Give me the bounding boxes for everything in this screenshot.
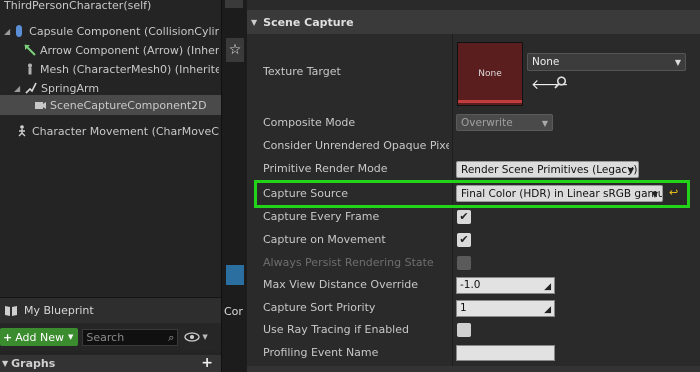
capture-on-movement-checkbox[interactable]: ✔ xyxy=(457,233,471,247)
graphs-category[interactable]: ▼ Graphs + xyxy=(0,355,221,372)
texture-target-value: None xyxy=(532,56,560,68)
chevron-down-icon: ▼ xyxy=(68,333,74,341)
capture-sort-priority-value: 1 xyxy=(460,302,467,314)
composite-mode-label: Composite Mode xyxy=(263,116,356,129)
primitive-render-mode-label: Primitive Render Mode xyxy=(263,162,388,175)
check-icon: ✔ xyxy=(459,233,469,246)
tree-root[interactable]: ThirdPersonCharacter(self) xyxy=(4,0,219,15)
primitive-render-mode-select[interactable]: Render Scene Primitives (Legacy) ▼ xyxy=(456,161,639,178)
tree-item-label: Capsule Component (CollisionCylind xyxy=(29,24,219,38)
collapse-triangle-icon[interactable]: ◢ xyxy=(4,27,10,36)
drag-resize-icon: ◢ xyxy=(544,282,551,292)
chevron-down-icon: ▼ xyxy=(541,119,548,128)
max-view-distance-value: -1.0 xyxy=(460,279,481,291)
texture-thumbnail-bar xyxy=(458,100,522,103)
always-persist-checkbox xyxy=(457,256,471,270)
tree-item-label: SceneCaptureComponent2D xyxy=(50,98,207,112)
texture-target-select[interactable]: None ▼ xyxy=(527,53,686,71)
composite-mode-value: Overwrite xyxy=(461,117,513,129)
eye-visibility-icon[interactable]: ▼ xyxy=(184,332,208,342)
texture-target-label: Texture Target xyxy=(263,65,341,78)
tree-item-label: Character Movement (CharMoveCom xyxy=(32,124,219,138)
capture-on-movement-label: Capture on Movement xyxy=(263,233,386,246)
graphs-label: Graphs xyxy=(11,357,56,370)
viewport-edge: ☆ Cor xyxy=(221,0,247,372)
tree-root-label: ThirdPersonCharacter(self) xyxy=(4,0,152,12)
components-panel: ThirdPersonCharacter(self) ◢ Capsule Com… xyxy=(0,0,221,372)
character-movement-icon xyxy=(16,125,28,137)
chevron-down-icon: ▼ xyxy=(674,58,681,67)
composite-mode-select: Overwrite ▼ xyxy=(456,114,553,131)
check-icon: ✔ xyxy=(459,210,469,223)
tree-item-label: SpringArm xyxy=(41,81,100,95)
browse-magnifier-icon[interactable] xyxy=(554,76,567,92)
tree-item-label: Arrow Component (Arrow) (Inherite xyxy=(40,43,219,57)
viewport-bar xyxy=(225,0,243,8)
tree-item-label: Mesh (CharacterMesh0) (Inherited) xyxy=(40,62,219,76)
bottom-scroll-strip[interactable] xyxy=(247,366,700,372)
collapse-triangle-icon[interactable]: ◢ xyxy=(14,84,22,93)
scene-capture-icon xyxy=(34,99,46,111)
collapse-triangle-icon[interactable]: ▼ xyxy=(251,18,257,27)
viewport-blue-strip xyxy=(226,265,244,285)
capture-sort-priority-input[interactable]: 1 ◢ xyxy=(456,300,555,317)
primitive-render-mode-value: Render Scene Primitives (Legacy) xyxy=(461,164,638,176)
search-icon: ⌕ xyxy=(168,330,175,344)
collapse-triangle-icon[interactable]: ▼ xyxy=(2,359,8,368)
ray-tracing-checkbox[interactable] xyxy=(457,323,471,337)
tree-item-charmovement[interactable]: Character Movement (CharMoveCom xyxy=(16,121,219,141)
tree-item-mesh[interactable]: Mesh (CharacterMesh0) (Inherited) xyxy=(24,59,219,79)
capture-source-highlight xyxy=(254,180,690,208)
always-persist-label: Always Persist Rendering State xyxy=(263,256,434,269)
max-view-distance-input[interactable]: -1.0 ◢ xyxy=(456,277,555,294)
capture-every-frame-label: Capture Every Frame xyxy=(263,210,380,223)
add-new-label: Add New xyxy=(15,330,65,344)
scene-capture-section-header[interactable]: ▼ Scene Capture xyxy=(247,10,700,34)
section-title: Scene Capture xyxy=(263,15,354,29)
chevron-down-icon: ▼ xyxy=(627,166,634,175)
capsule-icon xyxy=(13,25,25,37)
max-view-distance-label: Max View Distance Override xyxy=(263,278,419,291)
blueprint-toolbar: + Add New ▼ Search ⌕ ▼ xyxy=(0,323,221,351)
my-blueprint-title: My Blueprint xyxy=(24,304,94,317)
star-icon[interactable]: ☆ xyxy=(226,38,244,62)
ray-tracing-label: Use Ray Tracing if Enabled xyxy=(263,323,409,336)
profiling-event-label: Profiling Event Name xyxy=(263,346,379,359)
tree-item-scenecapture[interactable]: SceneCaptureComponent2D xyxy=(0,95,221,115)
texture-thumbnail[interactable]: None xyxy=(457,42,523,106)
capture-every-frame-checkbox[interactable]: ✔ xyxy=(457,210,471,224)
add-new-button[interactable]: + Add New ▼ xyxy=(0,328,79,346)
texture-thumbnail-label: None xyxy=(478,69,502,79)
blueprint-book-icon xyxy=(4,305,18,317)
drag-resize-icon: ◢ xyxy=(544,305,551,315)
add-graph-icon[interactable]: + xyxy=(201,355,213,371)
arrow-component-icon xyxy=(24,44,36,56)
blueprint-search-input[interactable]: Search ⌕ xyxy=(82,328,179,346)
tree-item-arrow[interactable]: Arrow Component (Arrow) (Inherite xyxy=(24,40,219,60)
viewport-snippet: Cor xyxy=(224,305,243,318)
search-placeholder: Search xyxy=(86,330,125,344)
plus-icon: + xyxy=(3,330,13,344)
unrendered-opaque-label: Consider Unrendered Opaque Pixel as Fu xyxy=(263,139,449,152)
skeletal-mesh-icon xyxy=(24,63,36,75)
spring-arm-icon xyxy=(25,82,37,94)
tree-item-capsule[interactable]: ◢ Capsule Component (CollisionCylind xyxy=(4,21,219,41)
my-blueprint-tab[interactable]: My Blueprint xyxy=(0,297,221,323)
profiling-event-input[interactable] xyxy=(456,345,555,361)
capture-sort-priority-label: Capture Sort Priority xyxy=(263,301,376,314)
